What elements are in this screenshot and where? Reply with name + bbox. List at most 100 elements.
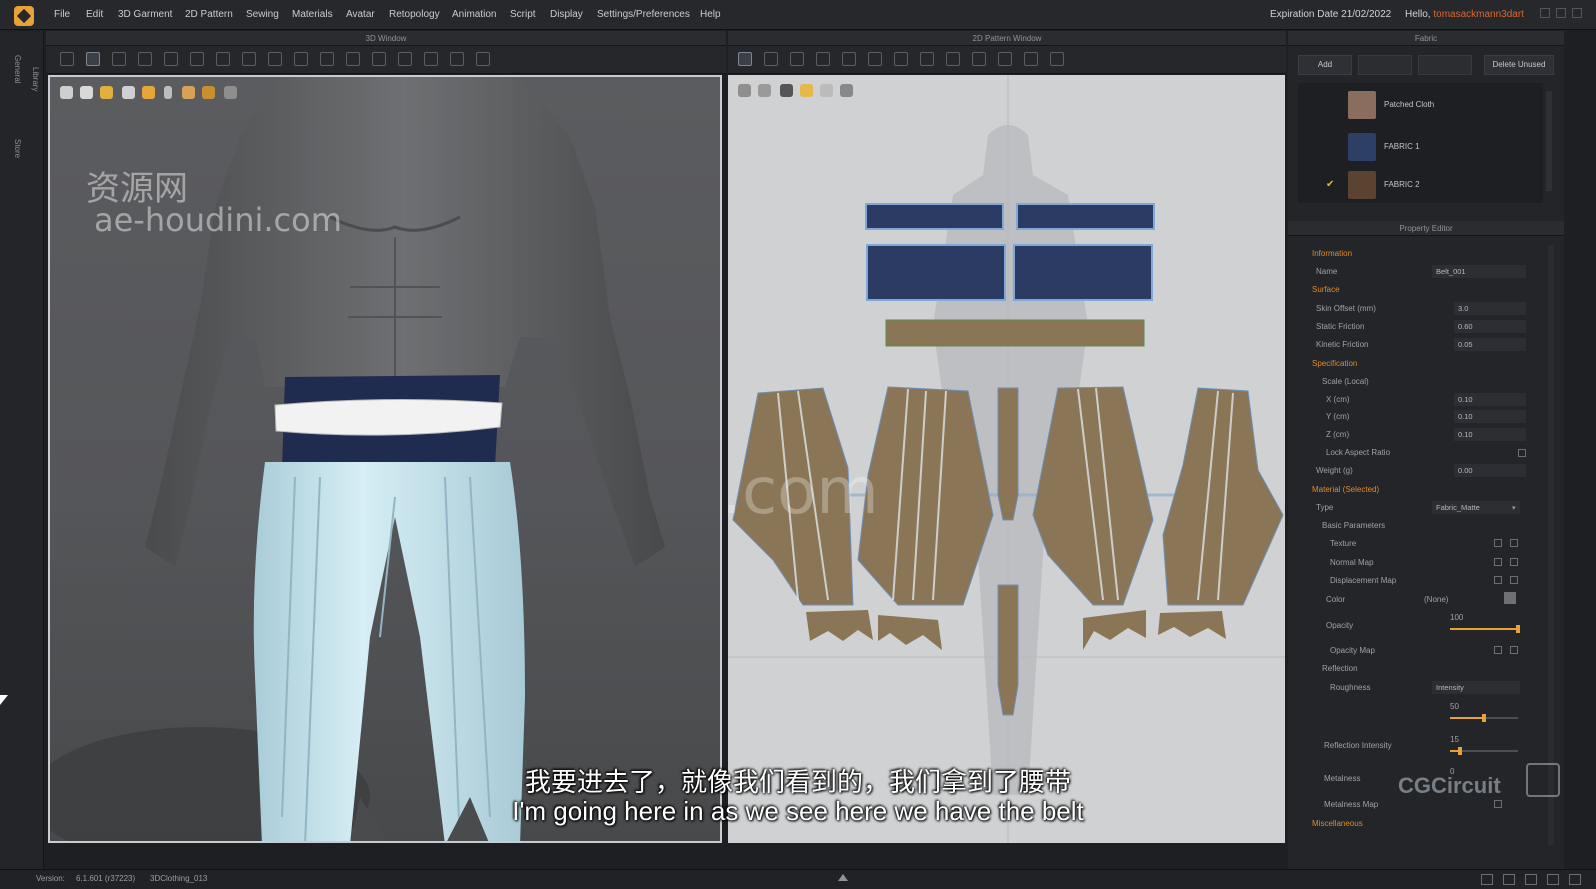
view2d-pattern-icon[interactable] (738, 84, 751, 97)
fabric-item-fabric1[interactable]: FABRIC 1 (1308, 129, 1548, 165)
button-tool-icon[interactable] (372, 52, 386, 66)
menu-retopology[interactable]: Retopology (389, 9, 440, 20)
kinetic-friction-field[interactable]: 0.05 (1454, 338, 1526, 351)
opacity-slider[interactable] (1450, 625, 1520, 633)
roughness-value[interactable]: 50 (1450, 702, 1459, 711)
texture-label[interactable]: Texture (1330, 539, 1356, 548)
scale-local-label[interactable]: Scale (Local) (1322, 377, 1369, 386)
opacity-value[interactable]: 100 (1450, 613, 1463, 622)
skin-offset-field[interactable]: 3.0 (1454, 302, 1526, 315)
normal-map-link-icon[interactable] (1494, 558, 1502, 566)
fabric-item-patched-cloth[interactable]: Patched Cloth (1308, 87, 1548, 123)
trace-icon[interactable] (1024, 52, 1038, 66)
menu-sewing[interactable]: Sewing (246, 9, 279, 20)
menu-help[interactable]: Help (700, 9, 721, 20)
maximize-icon[interactable] (1556, 8, 1566, 18)
graphic-icon[interactable] (424, 52, 438, 66)
layout-2d-icon[interactable] (1525, 874, 1537, 885)
scale-y-field[interactable]: 0.10 (1454, 410, 1526, 423)
weight-field[interactable]: 0.00 (1454, 464, 1526, 477)
chevron-down-icon[interactable]: ▾ (1512, 504, 1516, 512)
segment-sewing-icon[interactable] (920, 52, 934, 66)
view-garment-icon[interactable] (80, 86, 93, 99)
opacity-map-delete-icon[interactable] (1510, 646, 1518, 654)
displacement-map-label[interactable]: Displacement Map (1330, 576, 1396, 585)
displacement-delete-icon[interactable] (1510, 576, 1518, 584)
free-sewing-icon[interactable] (946, 52, 960, 66)
tab-library[interactable]: Library (31, 67, 40, 91)
menu-settings[interactable]: Settings/Preferences (597, 9, 690, 20)
name-field[interactable]: Belt_001 (1432, 265, 1526, 278)
view-texture-icon[interactable] (100, 86, 113, 99)
section-information[interactable]: Information (1312, 249, 1352, 258)
tape-icon[interactable] (450, 52, 464, 66)
scale-z-field[interactable]: 0.10 (1454, 428, 1526, 441)
expand-up-icon[interactable] (838, 874, 848, 881)
menu-3d-garment[interactable]: 3D Garment (118, 9, 172, 20)
zipper-icon[interactable] (398, 52, 412, 66)
static-friction-field[interactable]: 0.60 (1454, 320, 1526, 333)
view-light-icon[interactable] (182, 86, 195, 99)
texture-link-icon[interactable] (1494, 539, 1502, 547)
menu-edit[interactable]: Edit (86, 9, 103, 20)
viewport-3d[interactable]: 资源网 ae-houdini.com (48, 75, 722, 843)
tack-icon[interactable] (216, 52, 230, 66)
edit-point-icon[interactable] (764, 52, 778, 66)
add-fabric-button[interactable]: Add (1298, 55, 1352, 75)
segment-icon[interactable] (268, 52, 282, 66)
view-skeleton-icon[interactable] (122, 86, 135, 99)
fabric-list-scrollbar[interactable] (1546, 91, 1552, 191)
color-swatch[interactable] (1504, 592, 1516, 604)
normal-map-delete-icon[interactable] (1510, 558, 1518, 566)
minimize-icon[interactable] (1540, 8, 1550, 18)
close-icon[interactable] (1572, 8, 1582, 18)
menu-animation[interactable]: Animation (452, 9, 496, 20)
displacement-link-icon[interactable] (1494, 576, 1502, 584)
line-icon[interactable] (320, 52, 334, 66)
layout-tile-icon[interactable] (1569, 874, 1581, 885)
tab-general[interactable]: General (13, 55, 22, 83)
edit-sewing-icon[interactable] (972, 52, 986, 66)
layout-grid-icon[interactable] (1547, 874, 1559, 885)
basic-parameters-label[interactable]: Basic Parameters (1322, 521, 1385, 530)
select-tool-icon[interactable] (60, 52, 74, 66)
view2d-avatar-icon[interactable] (840, 84, 853, 97)
view-pin-icon[interactable] (164, 86, 172, 99)
section-specification[interactable]: Specification (1312, 359, 1357, 368)
view2d-sewing-icon[interactable] (758, 84, 771, 97)
menu-avatar[interactable]: Avatar (346, 9, 375, 20)
opacity-map-link-icon[interactable] (1494, 646, 1502, 654)
view-stress-icon[interactable] (202, 86, 215, 99)
menu-materials[interactable]: Materials (292, 9, 333, 20)
rectangle-pattern-icon[interactable] (816, 52, 830, 66)
viewport-2d[interactable]: iiivfx.com (728, 75, 1285, 843)
property-scrollbar[interactable] (1548, 245, 1554, 845)
normal-map-label[interactable]: Normal Map (1330, 558, 1374, 567)
menu-2d-pattern[interactable]: 2D Pattern (185, 9, 233, 20)
type-select[interactable]: Fabric_Matte (1432, 501, 1520, 514)
layout-single-icon[interactable] (1481, 874, 1493, 885)
polygon-icon[interactable] (842, 52, 856, 66)
reflection-label[interactable]: Reflection (1322, 664, 1358, 673)
view-avatar-icon[interactable] (60, 86, 73, 99)
roughness-type-select[interactable]: Intensity (1432, 681, 1520, 694)
move-tool-icon[interactable] (86, 52, 100, 66)
seam-icon[interactable] (294, 52, 308, 66)
texture-delete-icon[interactable] (1510, 539, 1518, 547)
menu-display[interactable]: Display (550, 9, 583, 20)
point-icon[interactable] (346, 52, 360, 66)
view2d-grid-icon[interactable] (820, 84, 833, 97)
view-camera-icon[interactable] (224, 86, 237, 99)
opacity-map-label[interactable]: Opacity Map (1330, 646, 1375, 655)
view2d-lock-icon[interactable] (780, 84, 793, 97)
lock-aspect-checkbox[interactable] (1518, 449, 1526, 457)
view-strain-icon[interactable] (142, 86, 155, 99)
fold-icon[interactable] (164, 52, 178, 66)
texture-icon[interactable] (1050, 52, 1064, 66)
measure-icon[interactable] (242, 52, 256, 66)
reflection-intensity-slider[interactable] (1450, 747, 1518, 755)
menu-file[interactable]: File (54, 9, 70, 20)
view2d-texture-icon[interactable] (800, 84, 813, 97)
username[interactable]: tomasackmann3dart (1433, 9, 1524, 20)
transform-pattern-icon[interactable] (738, 52, 752, 66)
